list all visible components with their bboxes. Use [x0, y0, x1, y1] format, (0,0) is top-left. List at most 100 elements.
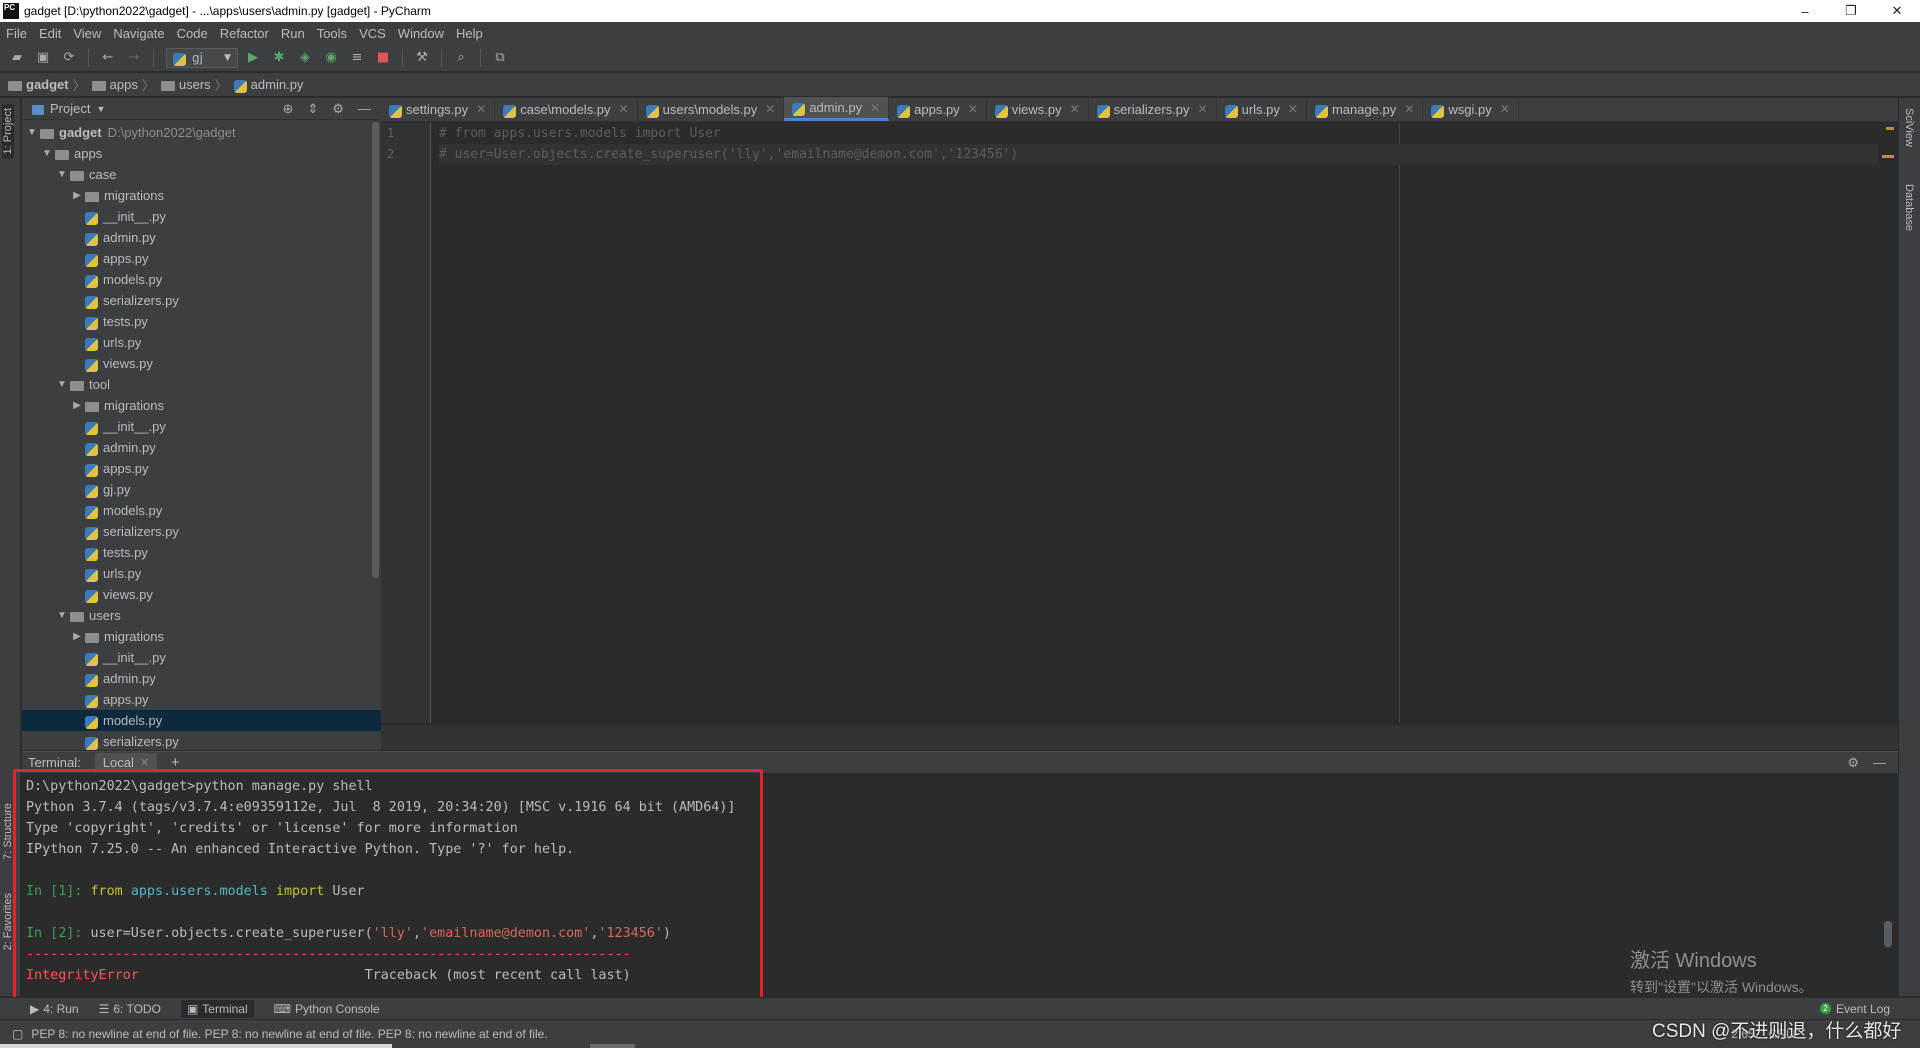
editor-tab[interactable]: wsgi.py ✕ — [1423, 97, 1519, 121]
status-toggle-icon[interactable]: ▢ — [12, 1027, 23, 1041]
tree-folder[interactable]: ▶ migrations — [22, 626, 381, 647]
tree-file[interactable]: admin.py — [22, 437, 381, 458]
menu-tools[interactable]: Tools — [311, 26, 353, 41]
restore-button[interactable]: ❐ — [1828, 0, 1874, 22]
tree-file[interactable]: __init__.py — [22, 416, 381, 437]
close-icon[interactable]: ✕ — [1070, 102, 1080, 116]
breadcrumb-item-users[interactable]: users — [160, 77, 211, 92]
tree-folder[interactable]: ▼ case — [22, 164, 381, 185]
chevron-right-icon[interactable]: ▶ — [69, 190, 85, 201]
editor-tab[interactable]: serializers.py ✕ — [1089, 97, 1217, 121]
tree-folder[interactable]: ▶ migrations — [22, 185, 381, 206]
editor-tab[interactable]: manage.py ✕ — [1307, 97, 1424, 121]
tool-window-todo[interactable]: ☰ 6: TODO — [99, 1002, 161, 1016]
event-log-button[interactable]: 2 Event Log — [1819, 1002, 1920, 1016]
debug-bug-icon[interactable]: ✱ — [268, 47, 290, 69]
project-view-select[interactable]: Project — [50, 101, 90, 116]
close-icon[interactable]: ✕ — [619, 102, 629, 116]
tree-file[interactable]: urls.py — [22, 332, 381, 353]
tree-file[interactable]: admin.py — [22, 668, 381, 689]
wrench-settings-icon[interactable]: ⚒ — [411, 47, 433, 69]
tree-file[interactable]: models.py — [22, 710, 381, 731]
menu-view[interactable]: View — [67, 26, 107, 41]
close-icon[interactable]: ✕ — [1198, 102, 1208, 116]
profile-icon[interactable]: ◉ — [320, 47, 342, 69]
menu-refactor[interactable]: Refactor — [214, 26, 275, 41]
menu-edit[interactable]: Edit — [33, 26, 67, 41]
tree-file[interactable]: serializers.py — [22, 521, 381, 542]
chevron-right-icon[interactable]: ▶ — [69, 400, 85, 411]
terminal-scrollbar[interactable] — [1884, 791, 1892, 961]
translate-icon[interactable]: ⧉ — [489, 47, 511, 69]
editor-scrollbar[interactable] — [1882, 123, 1898, 723]
tree-file[interactable]: apps.py — [22, 458, 381, 479]
menu-navigate[interactable]: Navigate — [107, 26, 170, 41]
tree-file[interactable]: admin.py — [22, 227, 381, 248]
warning-marker[interactable] — [1886, 127, 1894, 130]
tree-file[interactable]: apps.py — [22, 248, 381, 269]
chevron-down-icon[interactable]: ▼ — [54, 169, 70, 180]
minimize-button[interactable]: – — [1782, 0, 1828, 22]
tree-file[interactable]: __init__.py — [22, 206, 381, 227]
tree-file[interactable]: views.py — [22, 584, 381, 605]
tool-window-python-console[interactable]: ⌨ Python Console — [274, 1002, 380, 1016]
gear-icon[interactable]: ⚙ — [332, 101, 344, 117]
tool-window-run[interactable]: ▶ 4: Run — [30, 1002, 79, 1016]
code-line-current[interactable]: # user=User.objects.create_superuser('ll… — [439, 144, 1878, 165]
tree-folder[interactable]: ▼ apps — [22, 143, 381, 164]
tree-file[interactable]: apps.py — [22, 689, 381, 710]
collapse-all-icon[interactable]: ⇕ — [307, 101, 318, 117]
tree-file[interactable]: serializers.py — [22, 731, 381, 750]
tree-file[interactable]: gj.py — [22, 479, 381, 500]
chevron-down-icon[interactable]: ▼ — [54, 610, 70, 621]
tree-file[interactable]: serializers.py — [22, 290, 381, 311]
save-all-icon[interactable]: ▣ — [32, 47, 54, 69]
terminal-scroll-thumb[interactable] — [1884, 921, 1892, 947]
editor-tab[interactable]: apps.py ✕ — [889, 97, 987, 121]
forward-arrow-icon[interactable]: → — [123, 47, 145, 69]
hide-panel-icon[interactable]: — — [1873, 755, 1886, 771]
search-icon[interactable]: ⌕ — [450, 47, 472, 69]
code-area[interactable]: # from apps.users.models import User # u… — [439, 123, 1878, 165]
menu-help[interactable]: Help — [450, 26, 489, 41]
chevron-down-icon[interactable]: ▼ — [24, 127, 40, 138]
editor-tab[interactable]: views.py ✕ — [987, 97, 1089, 121]
close-icon[interactable]: ✕ — [968, 102, 978, 116]
tool-tab-database[interactable]: Database — [1903, 184, 1915, 231]
breadcrumb-item-gadget[interactable]: gadget — [8, 77, 69, 92]
chevron-right-icon[interactable]: ▶ — [69, 631, 85, 642]
close-icon[interactable]: ✕ — [1288, 102, 1298, 116]
chevron-down-icon[interactable]: ▼ — [54, 379, 70, 390]
tree-root-gadget[interactable]: ▼ gadget D:\python2022\gadget — [22, 122, 381, 143]
run-icon[interactable]: ▶ — [242, 47, 264, 69]
tree-file[interactable]: tests.py — [22, 542, 381, 563]
tool-tab-sciview[interactable]: SciView — [1903, 108, 1915, 147]
tree-file[interactable]: models.py — [22, 269, 381, 290]
tool-window-terminal[interactable]: ▣ Terminal — [180, 999, 254, 1018]
breadcrumb-item-admin-py[interactable]: admin.py — [233, 77, 303, 93]
breadcrumb-item-apps[interactable]: apps — [91, 77, 138, 92]
close-icon[interactable]: ✕ — [476, 102, 486, 116]
warning-marker[interactable] — [1882, 155, 1894, 158]
project-tree-scrollbar[interactable] — [372, 122, 379, 578]
run-coverage-icon[interactable]: ◈ — [294, 47, 316, 69]
tree-folder[interactable]: ▶ migrations — [22, 395, 381, 416]
sync-icon[interactable]: ⟳ — [58, 47, 80, 69]
menu-code[interactable]: Code — [171, 26, 214, 41]
tree-file[interactable]: __init__.py — [22, 647, 381, 668]
tree-file[interactable]: models.py — [22, 500, 381, 521]
hide-panel-icon[interactable]: — — [358, 101, 371, 117]
chevron-down-icon[interactable]: ▼ — [96, 104, 105, 114]
tree-folder[interactable]: ▼ tool — [22, 374, 381, 395]
close-icon[interactable]: ✕ — [765, 102, 775, 116]
chevron-down-icon[interactable]: ▼ — [39, 148, 55, 159]
close-icon[interactable]: ✕ — [1500, 102, 1510, 116]
tool-tab-project[interactable]: 1: Project — [2, 104, 14, 159]
tree-folder[interactable]: ▼ users — [22, 605, 381, 626]
tree-file[interactable]: views.py — [22, 353, 381, 374]
back-arrow-icon[interactable]: ← — [97, 47, 119, 69]
stop-icon[interactable]: ■ — [372, 47, 394, 69]
editor-tab[interactable]: case\models.py ✕ — [495, 97, 638, 121]
menu-file[interactable]: File — [0, 26, 33, 41]
menu-run[interactable]: Run — [275, 26, 311, 41]
